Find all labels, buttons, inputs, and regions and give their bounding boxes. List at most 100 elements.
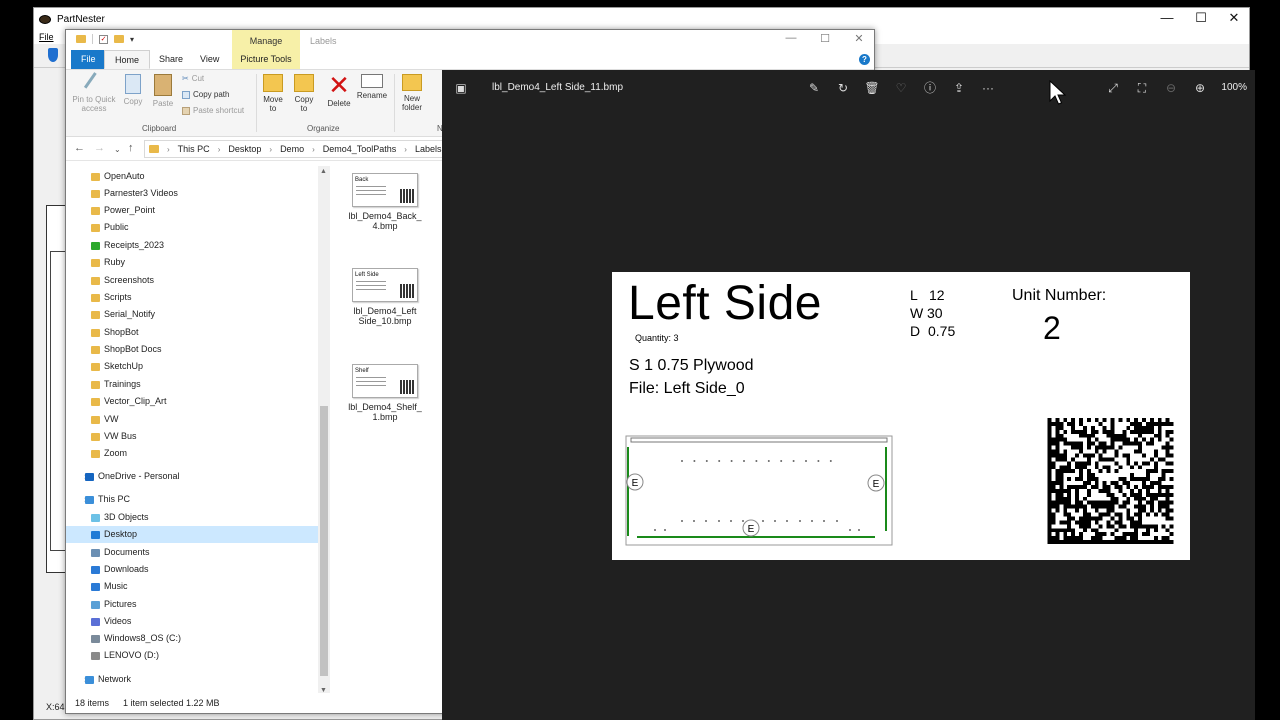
folder-sync-icon (91, 173, 100, 181)
forward-arrow-icon[interactable]: → (94, 142, 105, 154)
nav-item[interactable]: ›OneDrive - Personal (66, 468, 318, 485)
nav-item[interactable]: ›Network (66, 671, 318, 688)
label-material: S 1 0.75 Plywood (629, 357, 754, 374)
pin-quick-access-button[interactable]: Pin to Quick access (69, 72, 119, 113)
tab-share[interactable]: Share (149, 50, 193, 69)
copy-path-button[interactable]: Copy path (182, 90, 229, 99)
nav-item[interactable]: ›This PC (66, 491, 318, 508)
nav-item[interactable]: Music (66, 578, 318, 595)
nav-item[interactable]: ShopBot Docs (66, 341, 318, 358)
file-item[interactable]: Back lbl_Demo4_Back_ 4.bmp (345, 173, 425, 231)
file-name-ext: 1.bmp (372, 412, 398, 422)
rename-button[interactable]: Rename (356, 74, 388, 100)
properties-icon[interactable]: ✓ (99, 34, 108, 44)
pin-hole (799, 520, 801, 522)
fit-to-window-icon[interactable]: ⛶ (1134, 81, 1150, 95)
edit-image-icon[interactable]: ✎ (806, 81, 822, 95)
crumb-toolpaths[interactable]: Demo4_ToolPaths (323, 144, 397, 154)
share-icon[interactable]: ⇪ (951, 81, 967, 95)
shelf-pin-holes-top (681, 460, 832, 462)
new-folder-qa-icon[interactable] (114, 35, 124, 43)
info-icon[interactable]: ⓘ (922, 81, 938, 95)
help-icon[interactable]: ? (859, 54, 870, 65)
clipboard-group-label: Clipboard (142, 124, 177, 133)
delete-button[interactable]: ✕ Delete (325, 72, 353, 108)
nav-item[interactable]: Desktop (66, 526, 318, 543)
pin-hole (730, 520, 732, 522)
paste-shortcut-button[interactable]: Paste shortcut (182, 106, 244, 115)
tab-home[interactable]: Home (104, 50, 151, 69)
nav-item[interactable]: Trainings (66, 376, 318, 393)
partnester-drawing-canvas[interactable] (46, 205, 66, 573)
pointer-tool-icon[interactable] (48, 48, 58, 62)
copy-button[interactable]: Copy (121, 74, 145, 106)
crumb-demo[interactable]: Demo (280, 144, 304, 154)
close-icon[interactable]: ✕ (844, 32, 874, 45)
scroll-thumb[interactable] (320, 406, 328, 676)
expand-icon[interactable]: ⤢ (1105, 81, 1121, 95)
copy-to-button[interactable]: Copy to (291, 74, 317, 113)
tab-file[interactable]: File (71, 50, 106, 69)
nav-item[interactable]: Vector_Clip_Art (66, 393, 318, 410)
maximize-icon[interactable]: ☐ (810, 32, 840, 45)
favorite-heart-icon[interactable]: ♡ (893, 81, 909, 95)
file-item[interactable]: Shelf lbl_Demo4_Shelf_ 1.bmp (345, 364, 425, 422)
paste-button[interactable]: Paste (151, 74, 175, 108)
nav-item[interactable]: Pictures (66, 596, 318, 613)
nav-item[interactable]: OpenAuto (66, 168, 318, 185)
nav-item[interactable]: Screenshots (66, 272, 318, 289)
nav-item[interactable]: Parnester3 Videos (66, 185, 318, 202)
pictures-icon (91, 601, 100, 609)
back-arrow-icon[interactable]: ← (74, 142, 85, 154)
more-options-icon[interactable]: ··· (980, 81, 996, 95)
minimize-icon[interactable]: — (1150, 8, 1184, 30)
folder-icon (76, 35, 86, 43)
nav-item[interactable]: Scripts (66, 289, 318, 306)
new-folder-icon (402, 74, 422, 91)
nav-item[interactable]: 3D Objects (66, 509, 318, 526)
nav-scrollbar[interactable]: ▲ ▼ (318, 166, 330, 696)
nav-item[interactable]: Downloads (66, 561, 318, 578)
menu-file[interactable]: File (39, 32, 54, 42)
nav-item[interactable]: Public (66, 219, 318, 236)
rotate-icon[interactable]: ↻ (835, 81, 851, 95)
close-icon[interactable]: ✕ (1217, 8, 1251, 30)
zoom-in-icon[interactable]: ⊕ (1192, 81, 1208, 95)
nav-item[interactable]: Zoom (66, 445, 318, 462)
nav-item[interactable]: Receipts_2023 (66, 237, 318, 254)
cut-button[interactable]: ✂ Cut (182, 74, 204, 83)
file-item[interactable]: Left Side lbl_Demo4_Left Side_10.bmp (345, 268, 425, 326)
tab-view[interactable]: View (190, 50, 229, 69)
crumb-this-pc[interactable]: This PC (178, 144, 210, 154)
explorer-titlebar[interactable]: ✓ ▾ Manage Labels — ☐ ✕ (66, 30, 874, 50)
up-arrow-icon[interactable]: ↑ (128, 142, 134, 154)
recent-chevron-icon[interactable]: ⌄ (114, 145, 121, 154)
new-folder-button[interactable]: New folder (396, 74, 428, 112)
tab-picture-tools[interactable]: Picture Tools (232, 50, 300, 69)
crumb-labels[interactable]: Labels (415, 144, 442, 154)
nav-item[interactable]: LENOVO (D:) (66, 647, 318, 664)
nav-item-label: Zoom (104, 448, 128, 458)
move-to-button[interactable]: Move to (260, 74, 286, 113)
nav-item[interactable]: Power_Point (66, 202, 318, 219)
minimize-icon[interactable]: — (776, 32, 806, 44)
nav-item[interactable]: Documents (66, 544, 318, 561)
scroll-up-icon[interactable]: ▲ (320, 168, 327, 175)
nav-item[interactable]: Windows8_OS (C:) (66, 630, 318, 647)
crumb-desktop[interactable]: Desktop (228, 144, 261, 154)
maximize-icon[interactable]: ☐ (1184, 8, 1218, 30)
nav-item[interactable]: VW Bus (66, 428, 318, 445)
nav-item[interactable]: VW (66, 411, 318, 428)
label-thumbnail: Shelf (352, 364, 418, 398)
delete-icon[interactable]: 🗑 (864, 81, 880, 95)
nav-item[interactable]: SketchUp (66, 358, 318, 375)
nav-item-label: Documents (104, 547, 150, 557)
nav-item[interactable]: Ruby (66, 254, 318, 271)
customize-qa-icon[interactable]: ▾ (130, 35, 134, 44)
nav-item[interactable]: Videos (66, 613, 318, 630)
nav-item[interactable]: Serial_Notify (66, 306, 318, 323)
pin-hole (693, 520, 695, 522)
nav-item[interactable]: ShopBot (66, 324, 318, 341)
zoom-out-icon[interactable]: ⊖ (1163, 81, 1179, 95)
partnester-titlebar[interactable]: PartNester — ☐ ✕ (34, 8, 1249, 30)
